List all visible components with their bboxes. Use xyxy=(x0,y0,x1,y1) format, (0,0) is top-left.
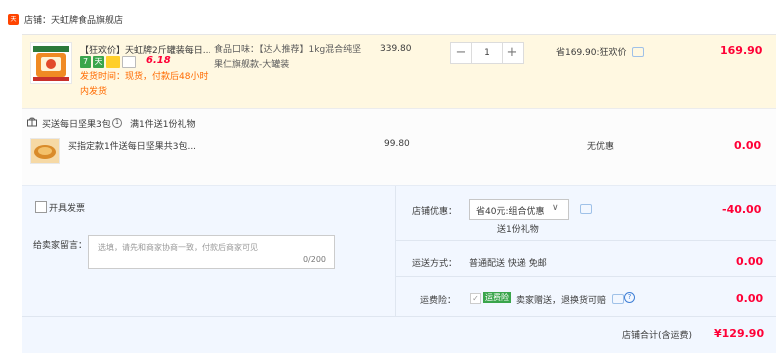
product-thumbnail[interactable] xyxy=(30,42,72,84)
remark-label: 给卖家留言： xyxy=(33,241,88,251)
remark-placeholder: 选填，请先和商家协商一致，付款后商家可见 xyxy=(98,243,258,252)
increase-button[interactable]: + xyxy=(502,43,522,63)
product-props: 食品口味：【达人推荐】1kg混合纯坚果仁旗舰款-大罐装 xyxy=(214,45,362,70)
divider xyxy=(396,276,776,277)
total-row: 店铺合计(含运费) ¥129.90 xyxy=(22,316,776,353)
card-payment-icon xyxy=(106,56,120,68)
message-icon[interactable] xyxy=(612,294,624,304)
shipping-method: 普通配送 快递 免邮 xyxy=(469,259,547,269)
return-guarantee-badge: 天 xyxy=(93,56,104,68)
remark-counter: 0/200 xyxy=(302,255,326,264)
insurance-text: 卖家赠送，退换货可赔 xyxy=(516,296,607,306)
coupon-gift-note: 送1份礼物 xyxy=(497,225,539,235)
decrease-button[interactable]: − xyxy=(451,43,471,63)
gift-price: 99.80 xyxy=(384,139,410,149)
divider xyxy=(396,240,776,241)
shipping-notice: 发货时间：现货，付款后48小时内发货 xyxy=(80,72,209,97)
message-icon[interactable] xyxy=(632,47,644,57)
shipping-amount: 0.00 xyxy=(736,255,764,268)
invoice-label: 开具发票 xyxy=(49,204,86,214)
gift-discount: 无优惠 xyxy=(587,142,615,152)
promo-618-badge: 6.18 xyxy=(146,55,171,66)
help-icon[interactable]: ? xyxy=(624,292,635,303)
divider xyxy=(22,108,776,109)
coupon-amount: -40.00 xyxy=(722,203,762,216)
gift-icon xyxy=(27,117,37,127)
insurance-label: 运费险： xyxy=(420,296,457,306)
quantity-stepper: − 1 + xyxy=(450,42,524,64)
product-title[interactable]: 【狂欢价】天虹牌2斤罐装每日... xyxy=(80,43,210,56)
shop-name[interactable]: 店铺：天虹牌食品旗舰店 xyxy=(24,13,123,26)
total-amount: ¥129.90 xyxy=(714,327,765,340)
item-subtotal: 169.90 xyxy=(720,44,763,57)
info-icon[interactable]: 1 xyxy=(112,118,122,128)
gift-label[interactable]: 买送每日坚果3包 xyxy=(42,117,111,130)
discount-text: 省169.90:狂欢价 xyxy=(556,48,627,58)
coupon-selected: 省40元:组合优惠 xyxy=(476,207,545,217)
invoice-checkbox[interactable] xyxy=(35,201,47,213)
gift-thumbnail[interactable] xyxy=(30,138,60,164)
insurance-checkbox[interactable]: ✓ xyxy=(470,293,481,304)
gift-note: 满1件送1份礼物 xyxy=(130,120,196,130)
message-icon[interactable] xyxy=(580,204,592,214)
tmall-icon: 天猫 xyxy=(8,14,19,34)
gift-subtotal: 0.00 xyxy=(734,139,762,152)
chevron-down-icon: ∨ xyxy=(552,203,559,213)
unit-price: 339.80 xyxy=(380,44,412,54)
insurance-amount: 0.00 xyxy=(736,292,764,305)
total-label: 店铺合计(含运费) xyxy=(622,331,693,341)
coupon-label: 店铺优惠： xyxy=(412,207,458,217)
seven-day-return-badge: 7 xyxy=(80,56,91,68)
gift-title[interactable]: 买指定款1件送每日坚果共3包... xyxy=(68,139,196,152)
remark-input[interactable]: 选填，请先和商家协商一致，付款后商家可见 0/200 xyxy=(88,235,335,269)
shop-header: 天猫 店铺：天虹牌食品旗舰店 xyxy=(0,0,776,34)
shipping-label: 运送方式： xyxy=(412,259,458,269)
credit-card-icon xyxy=(122,56,136,68)
insurance-badge: 运费险 xyxy=(483,292,511,303)
quantity-input[interactable]: 1 xyxy=(471,43,503,63)
coupon-select[interactable]: 省40元:组合优惠 ∨ xyxy=(469,199,569,220)
